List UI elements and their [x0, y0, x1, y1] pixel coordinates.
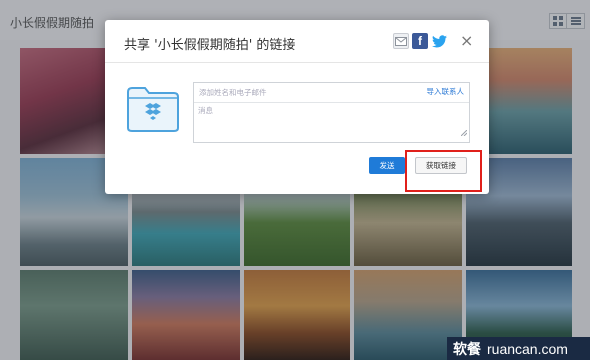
site-watermark: 软餐 ruancan.com: [447, 337, 590, 360]
message-input[interactable]: [198, 105, 464, 137]
share-services: f: [393, 33, 447, 49]
dialog-title: 共享 '小长假假期随拍' 的链接: [124, 38, 296, 53]
import-contacts-link[interactable]: 导入联系人: [427, 86, 465, 97]
close-button[interactable]: ×: [460, 31, 473, 50]
watermark-cn: 软餐: [453, 341, 481, 358]
watermark-en: ruancan.com: [487, 340, 568, 357]
recipient-input[interactable]: [199, 85, 399, 99]
mail-icon[interactable]: [393, 33, 409, 49]
share-compose-box: 导入联系人: [193, 82, 470, 143]
dialog-header: 共享 '小长假假期随拍' 的链接 f ×: [105, 20, 489, 63]
shared-folder-icon: [127, 86, 179, 136]
twitter-icon[interactable]: [431, 33, 447, 49]
recipient-row: 导入联系人: [194, 83, 469, 103]
resize-grip-icon[interactable]: [460, 121, 468, 140]
facebook-icon[interactable]: f: [412, 33, 428, 49]
send-button[interactable]: 发送: [369, 157, 405, 174]
annotation-highlight-box: [405, 150, 482, 192]
message-row: [194, 102, 469, 142]
